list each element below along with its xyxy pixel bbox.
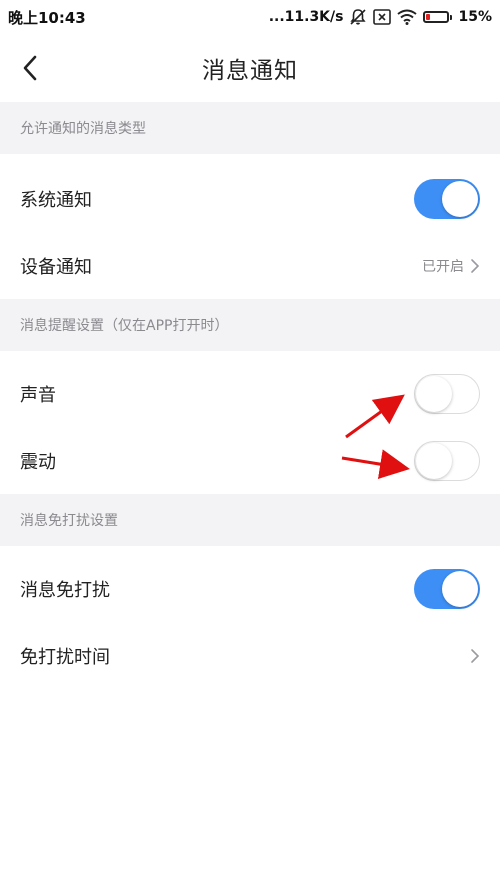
mute-bell-icon	[349, 8, 367, 26]
device-notification-status: 已开启	[422, 259, 464, 275]
vibrate-toggle[interactable]	[414, 441, 480, 481]
row-device-notification[interactable]: 设备通知 已开启	[0, 233, 500, 299]
row-right: 已开启	[422, 256, 480, 276]
chevron-right-icon	[471, 259, 480, 273]
row-right	[470, 648, 480, 664]
empty-area	[0, 690, 500, 889]
network-speed: ...11.3K/s	[268, 9, 344, 25]
wifi-icon	[397, 9, 418, 25]
row-label: 免打扰时间	[20, 647, 110, 668]
row-dnd-time[interactable]: 免打扰时间	[0, 623, 500, 689]
row-system-notification[interactable]: 系统通知	[0, 166, 500, 232]
row-label: 设备通知	[20, 257, 92, 278]
row-label: 消息免打扰	[20, 580, 110, 601]
battery-icon	[423, 11, 453, 23]
section-header-allowed-types: 允许通知的消息类型	[0, 102, 500, 154]
section-header-dnd: 消息免打扰设置	[0, 494, 500, 546]
nav-bar: 消息通知	[0, 34, 500, 102]
row-label: 声音	[20, 385, 56, 406]
page-title: 消息通知	[202, 58, 298, 84]
back-button[interactable]	[12, 46, 48, 90]
status-bar: 晚上10:43 ...11.3K/s 15%	[0, 0, 500, 34]
dnd-toggle[interactable]	[414, 569, 480, 609]
battery-percent: 15%	[458, 9, 492, 25]
row-label: 震动	[20, 452, 56, 473]
system-notification-toggle[interactable]	[414, 179, 480, 219]
row-label: 系统通知	[20, 190, 92, 211]
chevron-right-icon	[471, 649, 480, 663]
chevron-left-icon	[23, 55, 37, 81]
row-dnd[interactable]: 消息免打扰	[0, 556, 500, 622]
section-header-reminder: 消息提醒设置（仅在APP打开时）	[0, 299, 500, 351]
row-sound[interactable]: 声音	[0, 361, 500, 427]
status-icons: ...11.3K/s 15%	[269, 8, 492, 26]
sim-x-icon	[373, 9, 392, 25]
status-time: 晚上10:43	[8, 8, 86, 27]
row-vibrate[interactable]: 震动	[0, 428, 500, 494]
sound-toggle[interactable]	[414, 374, 480, 414]
